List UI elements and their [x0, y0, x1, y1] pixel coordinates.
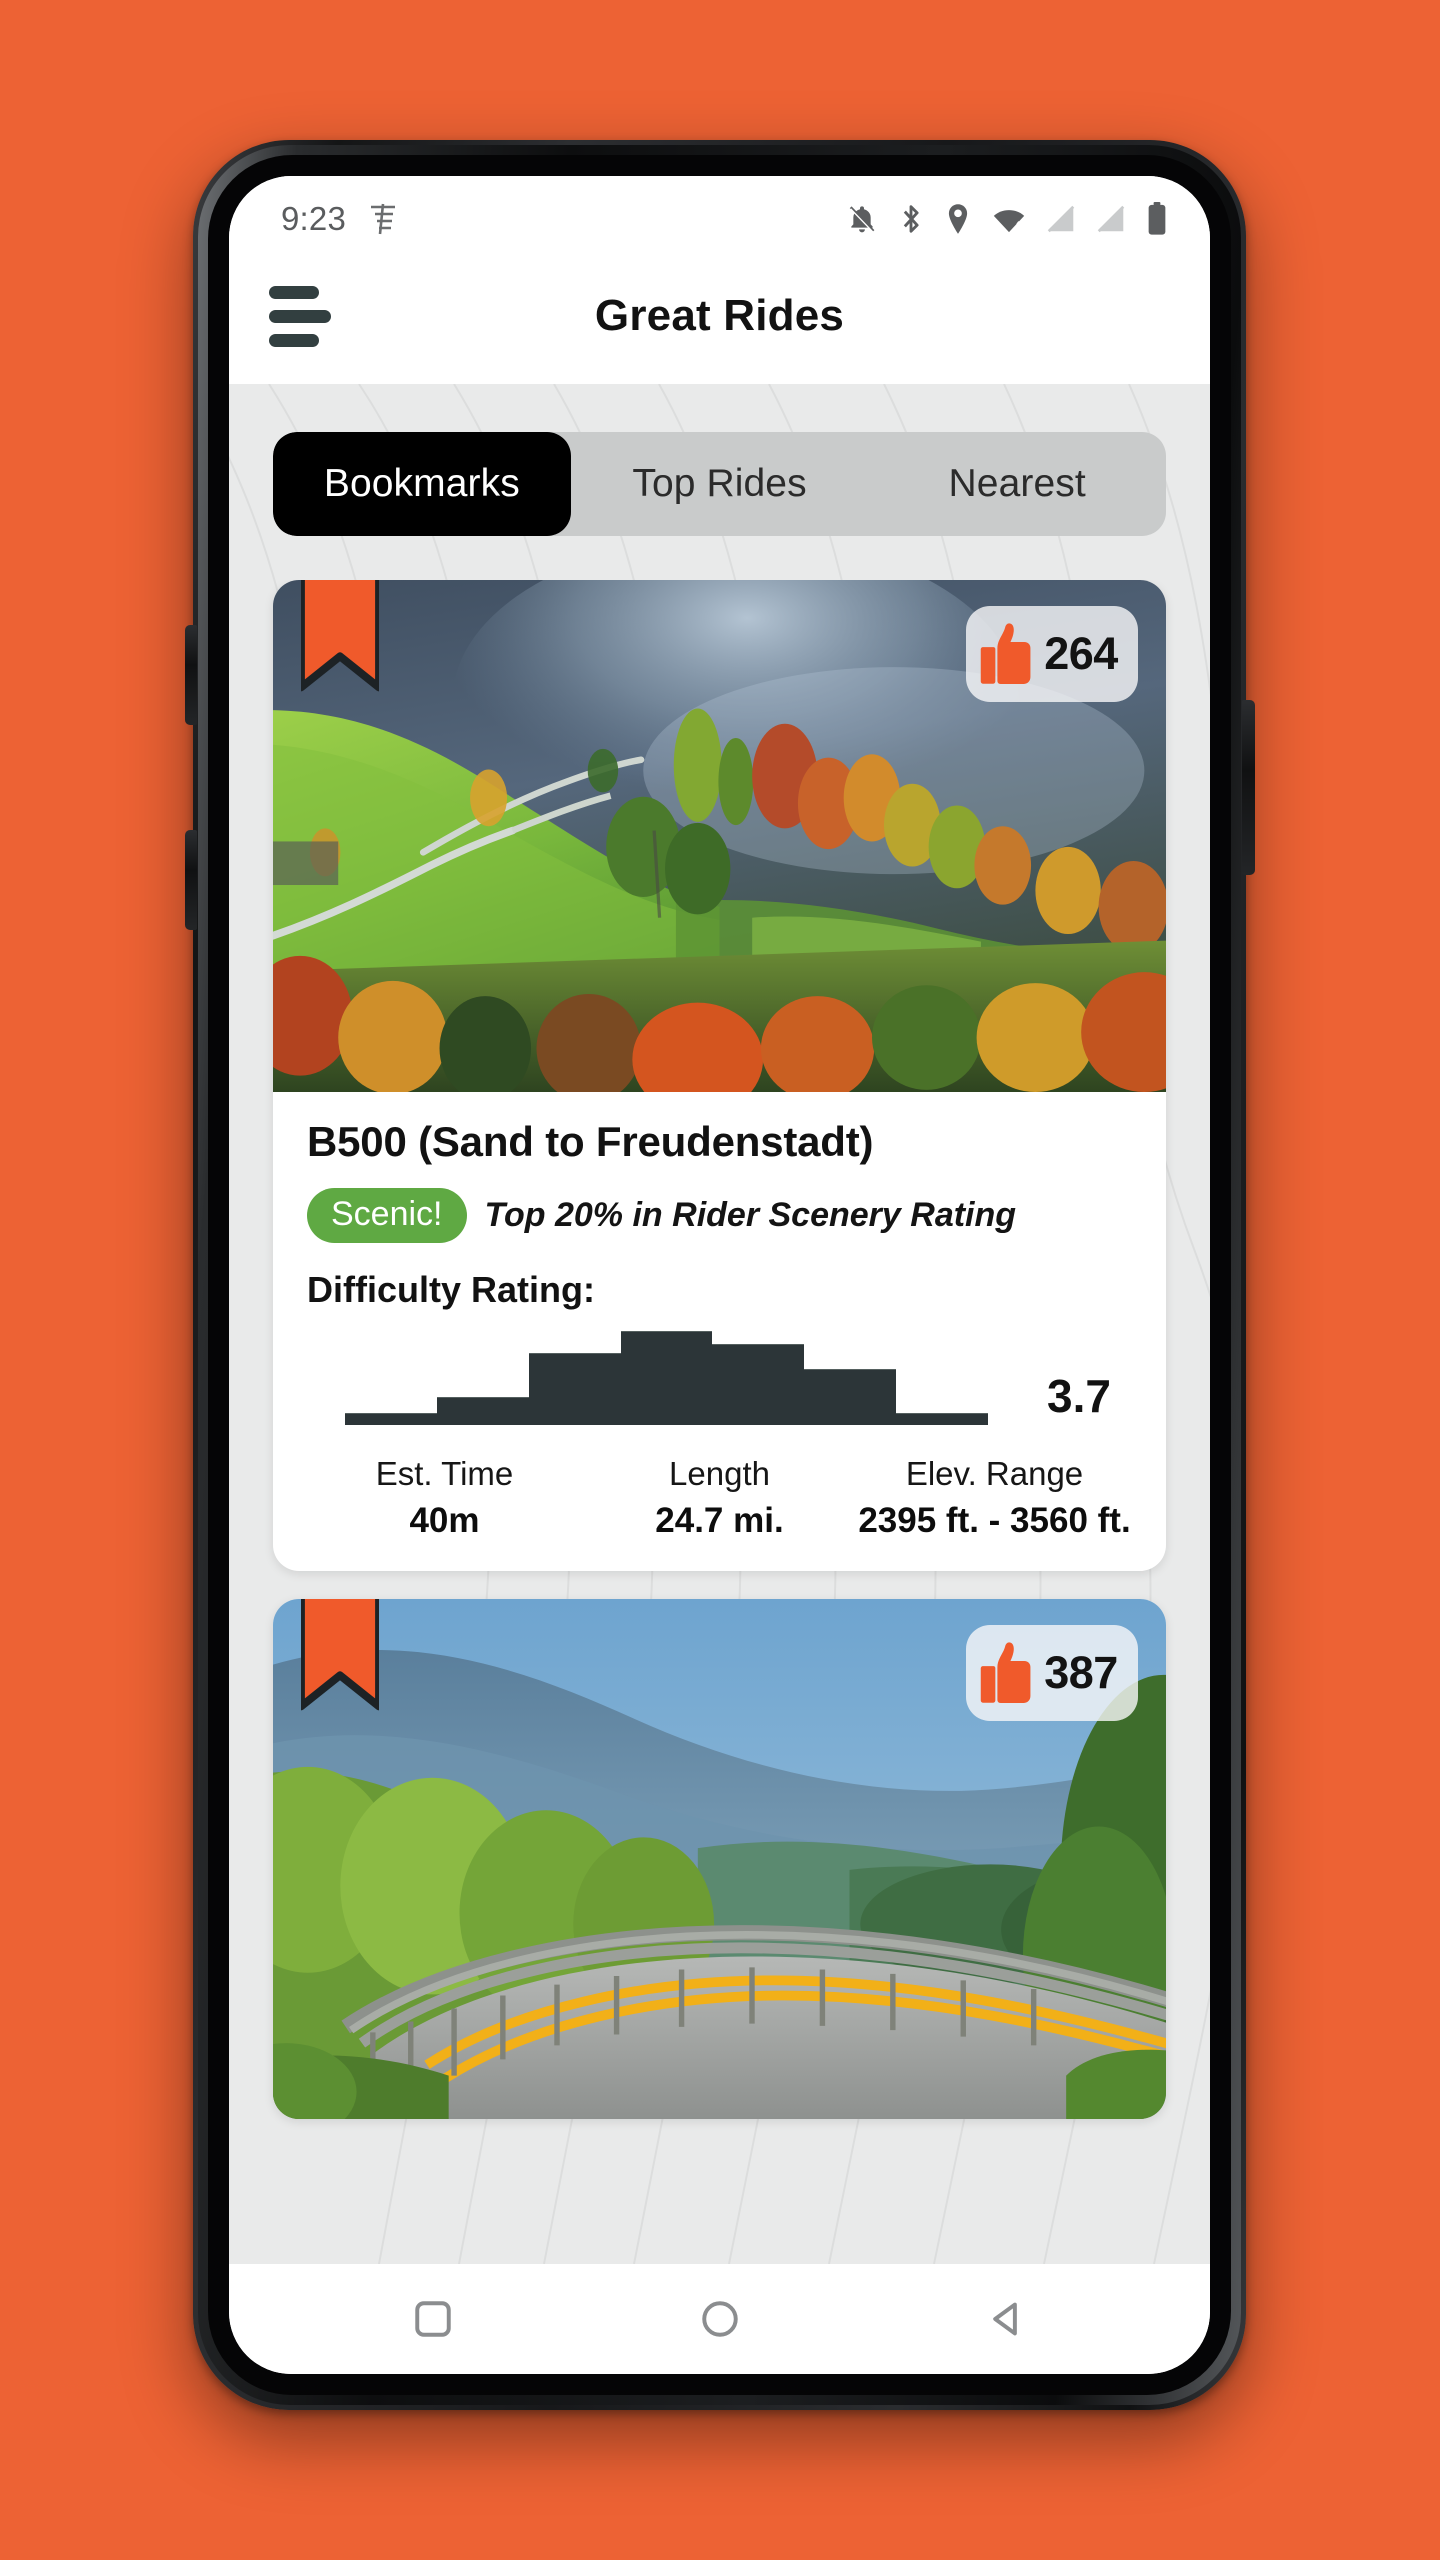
- phone-screen: 9:23 Great Rides Bookmarks Top Rides Nea…: [229, 176, 1210, 2374]
- notifications-off-icon: [846, 203, 878, 235]
- ride-stats-row: Est. Time 40m Length 24.7 mi. Elev. Rang…: [307, 1453, 1132, 1541]
- bluetooth-icon: [898, 203, 924, 235]
- android-nav-bar: [229, 2264, 1210, 2374]
- difficulty-bar: [528, 1353, 621, 1425]
- like-badge[interactable]: 264: [966, 606, 1138, 702]
- back-triangle-icon[interactable]: [952, 2264, 1062, 2374]
- ride-photo[interactable]: 264: [273, 580, 1166, 1092]
- ride-title: B500 (Sand to Freudenstadt): [307, 1118, 874, 1165]
- bookmark-filled-icon[interactable]: [301, 1599, 379, 1711]
- tab-top-rides[interactable]: Top Rides: [571, 432, 869, 536]
- ride-card-body: B500 (Sand to Freudenstadt) Scenic! Top …: [273, 1092, 1166, 1571]
- scenic-note: Top 20% in Rider Scenery Rating: [484, 1196, 1017, 1234]
- ride-card[interactable]: 264 B500 (Sand to Freudenstadt) Scenic! …: [273, 580, 1166, 1571]
- stat-label: Est. Time: [375, 1455, 514, 1492]
- hamburger-menu-icon[interactable]: [269, 281, 347, 351]
- tab-nearest[interactable]: Nearest: [868, 432, 1166, 536]
- difficulty-bar: [712, 1343, 805, 1425]
- difficulty-label: Difficulty Rating:: [307, 1269, 595, 1310]
- page-title: Great Rides: [594, 291, 845, 340]
- difficulty-histogram: [345, 1325, 989, 1425]
- ride-card[interactable]: 387: [273, 1599, 1166, 2119]
- location-icon: [944, 203, 972, 235]
- scenic-row: Scenic! Top 20% in Rider Scenery Rating: [307, 1188, 1132, 1243]
- difficulty-bar: [804, 1368, 897, 1425]
- wifi-icon: [992, 203, 1026, 235]
- stat-label: Elev. Range: [905, 1455, 1084, 1492]
- volume-down-button[interactable]: [185, 830, 197, 930]
- ride-photo[interactable]: 387: [273, 1599, 1166, 2119]
- tab-bookmarks[interactable]: Bookmarks: [273, 432, 571, 536]
- signal-bars-icon: [368, 202, 398, 236]
- stat-value: 24.7 mi.: [655, 1501, 784, 1540]
- battery-icon: [1146, 202, 1168, 236]
- stat-value: 2395 ft. - 3560 ft.: [858, 1501, 1131, 1540]
- stat-label: Length: [669, 1455, 770, 1492]
- recents-square-icon[interactable]: [378, 2264, 488, 2374]
- difficulty-bar: [345, 1412, 437, 1425]
- like-badge[interactable]: 387: [966, 1625, 1138, 1721]
- home-circle-icon[interactable]: [665, 2264, 775, 2374]
- stat-elev-range: Elev. Range 2395 ft. - 3560 ft.: [857, 1455, 1132, 1541]
- segmented-tabs: Bookmarks Top Rides Nearest: [273, 432, 1166, 536]
- cellular-signal-off-icon: [1046, 203, 1076, 235]
- difficulty-row: 3.7: [307, 1325, 1132, 1425]
- difficulty-value: 3.7: [1047, 1370, 1111, 1422]
- thumbs-up-icon: [980, 623, 1031, 684]
- difficulty-bar: [620, 1331, 713, 1425]
- cellular-signal-off-2-icon: [1096, 203, 1126, 235]
- status-bar-left: 9:23: [281, 200, 398, 238]
- like-count: 264: [1044, 628, 1118, 679]
- phone-frame: 9:23 Great Rides Bookmarks Top Rides Nea…: [185, 140, 1255, 2410]
- power-button[interactable]: [1242, 700, 1255, 875]
- stat-est-time: Est. Time 40m: [307, 1455, 582, 1541]
- status-bar-right: [846, 202, 1168, 236]
- bookmark-filled-icon[interactable]: [301, 580, 379, 692]
- ride-card-list[interactable]: 264 B500 (Sand to Freudenstadt) Scenic! …: [229, 580, 1210, 2264]
- status-bar: 9:23: [229, 176, 1210, 248]
- difficulty-bar: [896, 1412, 989, 1425]
- volume-up-button[interactable]: [185, 625, 197, 725]
- like-count: 387: [1044, 1647, 1118, 1698]
- status-time: 9:23: [281, 200, 347, 237]
- app-bar: Great Rides: [229, 248, 1210, 384]
- content-area: Bookmarks Top Rides Nearest 264 B500 (Sa…: [229, 384, 1210, 2264]
- thumbs-up-icon: [980, 1642, 1031, 1703]
- scenic-badge: Scenic!: [307, 1188, 467, 1243]
- stat-length: Length 24.7 mi.: [582, 1455, 857, 1541]
- difficulty-bar: [436, 1396, 529, 1425]
- stat-value: 40m: [409, 1501, 480, 1540]
